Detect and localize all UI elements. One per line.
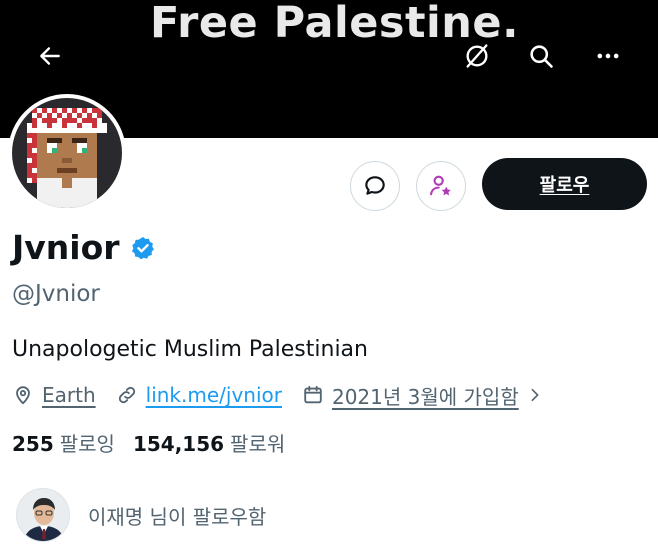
subscribe-button[interactable] — [416, 161, 466, 211]
user-handle: @Jvnior — [12, 281, 100, 307]
person-star-icon — [430, 175, 451, 196]
chevron-right-icon — [531, 388, 539, 402]
website-item[interactable]: link.me/jvnior — [116, 383, 282, 407]
profile-bio: Unapologetic Muslim Palestinian — [12, 337, 368, 362]
more-icon[interactable] — [590, 38, 626, 74]
website-link[interactable]: link.me/jvnior — [146, 383, 282, 407]
followed-by-row[interactable]: 이재명 님이 팔로우함 — [16, 488, 266, 542]
following-label: 팔로잉 — [59, 432, 115, 456]
chat-bubble-icon — [365, 176, 385, 195]
following-stat[interactable]: 255 팔로잉 — [12, 428, 115, 457]
display-name: Jvnior — [12, 228, 120, 267]
location-item[interactable]: Earth — [12, 383, 96, 407]
location-text: Earth — [42, 383, 96, 407]
message-button[interactable] — [350, 161, 400, 211]
location-pin-icon — [16, 386, 30, 405]
search-icon[interactable] — [523, 38, 559, 74]
followed-by-text: 이재명 님이 팔로우함 — [88, 504, 267, 529]
joined-date: 2021년 3월에 가입함 — [331, 384, 519, 409]
profile-avatar[interactable] — [8, 94, 126, 212]
follower-avatar[interactable] — [16, 488, 70, 542]
back-arrow-icon[interactable] — [32, 38, 68, 74]
joined-item[interactable]: 2021년 3월에 가입함 — [302, 381, 543, 410]
followers-label: 팔로워 — [230, 432, 286, 456]
followers-count: 154,156 — [132, 432, 225, 456]
follow-stats: 255 팔로잉 154,156 팔로워 — [12, 428, 285, 457]
follow-button[interactable]: 팔로우 — [482, 158, 647, 210]
followers-stat[interactable]: 154,156 팔로워 — [133, 428, 285, 457]
verified-badge-icon[interactable] — [130, 235, 156, 261]
calendar-icon — [304, 385, 322, 404]
following-count: 255 — [12, 432, 54, 456]
display-name-row: Jvnior — [12, 228, 156, 267]
block-bell-icon[interactable] — [459, 38, 495, 74]
link-icon — [118, 386, 135, 404]
profile-meta: Earth link.me/jvnior 2021년 3월에 가입함 — [12, 379, 563, 411]
